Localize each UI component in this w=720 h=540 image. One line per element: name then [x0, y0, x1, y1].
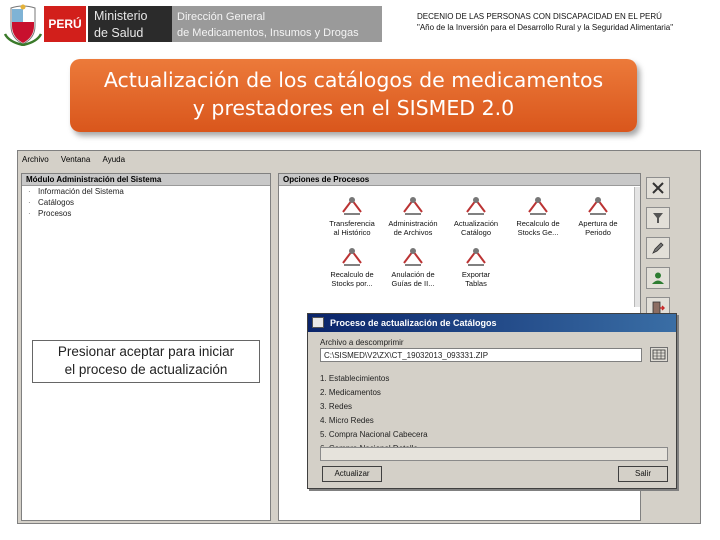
process-label-2: Stocks por...: [331, 279, 373, 288]
process-icon: [403, 248, 423, 266]
tree-expand-icon: ·: [28, 187, 31, 196]
menu-bar: Archivo Ventana Ayuda: [18, 151, 700, 167]
tree-expand-icon: ·: [28, 209, 31, 218]
grid-browse-icon: [652, 349, 666, 360]
menu-ventana[interactable]: Ventana: [57, 151, 96, 164]
process-label-1: Transferencia: [329, 219, 375, 228]
tree-item-label: Catálogos: [38, 198, 75, 207]
process-transferencia[interactable]: Transferencia al Histórico: [323, 194, 381, 237]
process-label-1: Exportar: [461, 270, 491, 279]
user-icon: [652, 272, 664, 284]
user-button[interactable]: [646, 267, 670, 289]
process-recalculo-stocks-ge[interactable]: Recalculo de Stocks Ge...: [509, 194, 567, 237]
instruction-callout: Presionar aceptar para iniciar el proces…: [32, 340, 260, 383]
process-anulacion-guias[interactable]: Anulación de Guías de II...: [384, 245, 442, 288]
update-steps-list: 1. Establecimientos 2. Medicamentos 3. R…: [320, 372, 428, 456]
process-label-1: Apertura de: [578, 219, 618, 228]
process-icon: [528, 197, 548, 215]
ministerio-line2: de Salud: [94, 26, 144, 40]
process-label-1: Recalculo de: [516, 219, 560, 228]
tree-item-label: Procesos: [38, 209, 72, 218]
institution-header: PERÚ Ministerio de Salud Dirección Gener…: [0, 0, 720, 50]
banner-line1: Actualización de los catálogos de medica…: [103, 68, 604, 92]
slide-title-banner: Actualización de los catálogos de medica…: [70, 59, 637, 132]
process-label-1: Anulación de: [391, 270, 435, 279]
panel-scrollbar[interactable]: [634, 187, 640, 307]
pencil-icon: [652, 242, 664, 254]
decenio-text: DECENIO DE LAS PERSONAS CON DISCAPACIDAD…: [417, 11, 717, 33]
ministerio-box: Ministerio de Salud: [88, 6, 172, 42]
dialog-title: Proceso de actualización de Catálogos: [330, 318, 497, 328]
dialog-titlebar[interactable]: Proceso de actualización de Catálogos: [308, 314, 676, 332]
funnel-icon: [653, 213, 663, 223]
process-label-2: Guías de II...: [391, 279, 435, 288]
process-icon: [342, 197, 362, 215]
exit-dialog-button[interactable]: Salir: [618, 466, 668, 482]
direccion-line1: Dirección General: [177, 11, 266, 23]
process-label-2: Catálogo: [460, 228, 492, 237]
process-exportar-tablas[interactable]: Exportar Tablas: [447, 245, 505, 288]
file-label: Archivo a descomprimir: [320, 338, 404, 347]
step-item: 2. Medicamentos: [320, 388, 381, 397]
process-label-1: Administración: [388, 219, 438, 228]
callout-line2: el proceso de actualización: [64, 362, 228, 377]
process-label-1: Actualización: [453, 219, 499, 228]
process-label-2: Stocks Ge...: [517, 228, 559, 237]
tree-item-info-sistema[interactable]: · Información del Sistema: [22, 186, 270, 197]
window-icon: [312, 317, 324, 328]
catalog-update-dialog: Proceso de actualización de Catálogos Ar…: [307, 313, 677, 489]
step-item: 3. Redes: [320, 402, 353, 411]
tree-item-procesos[interactable]: · Procesos: [22, 208, 270, 219]
step-item: 5. Compra Nacional Cabecera: [320, 430, 428, 439]
peru-logo-box: PERÚ: [44, 6, 86, 42]
process-actualizacion-catalogo[interactable]: Actualización Catálogo: [447, 194, 505, 237]
coat-of-arms-icon: [3, 4, 43, 46]
step-item: 1. Establecimientos: [320, 374, 390, 383]
direccion-box: Dirección General de Medicamentos, Insum…: [172, 6, 382, 42]
banner-line2: y prestadores en el SISMED 2.0: [192, 96, 515, 120]
process-recalculo-stocks-por[interactable]: Recalculo de Stocks por...: [323, 245, 381, 288]
process-label-2: Periodo: [585, 228, 611, 237]
tree-item-catalogos[interactable]: · Catálogos: [22, 197, 270, 208]
process-apertura-periodo[interactable]: Apertura de Periodo: [569, 194, 627, 237]
right-toolbar: [646, 177, 672, 327]
decenio-line1: DECENIO DE LAS PERSONAS CON DISCAPACIDAD…: [417, 12, 662, 21]
admin-module-title: Módulo Administración del Sistema: [22, 174, 270, 186]
process-options-title: Opciones de Procesos: [279, 174, 640, 186]
callout-line1: Presionar aceptar para iniciar: [57, 344, 235, 359]
file-path-field[interactable]: C:\SISMED\V2\ZX\CT_19032013_093331.ZIP: [320, 348, 642, 362]
process-label-2: de Archivos: [393, 228, 433, 237]
browse-button[interactable]: [650, 347, 668, 362]
ministerio-line1: Ministerio: [94, 9, 148, 23]
decenio-line2: "Año de la Inversión para el Desarrollo …: [417, 23, 674, 32]
step-item: 4. Micro Redes: [320, 416, 374, 425]
menu-archivo[interactable]: Archivo: [18, 151, 55, 164]
process-label-2: al Histórico: [333, 228, 371, 237]
process-icon: [466, 248, 486, 266]
process-administracion-archivos[interactable]: Administración de Archivos: [384, 194, 442, 237]
process-icon: [342, 248, 362, 266]
peru-label: PERÚ: [48, 17, 82, 31]
filter-button[interactable]: [646, 207, 670, 229]
edit-button[interactable]: [646, 237, 670, 259]
tree-item-label: Información del Sistema: [38, 187, 124, 196]
progress-bar: [320, 447, 668, 461]
direccion-line2: de Medicamentos, Insumos y Drogas: [177, 27, 359, 39]
tree-expand-icon: ·: [28, 198, 31, 207]
tools-icon: [652, 182, 664, 194]
process-icon: [466, 197, 486, 215]
tools-button[interactable]: [646, 177, 670, 199]
process-icon: [403, 197, 423, 215]
menu-ayuda[interactable]: Ayuda: [99, 151, 132, 164]
update-button[interactable]: Actualizar: [322, 466, 382, 482]
process-label-2: Tablas: [465, 279, 487, 288]
process-label-1: Recalculo de: [330, 270, 374, 279]
process-icon: [588, 197, 608, 215]
